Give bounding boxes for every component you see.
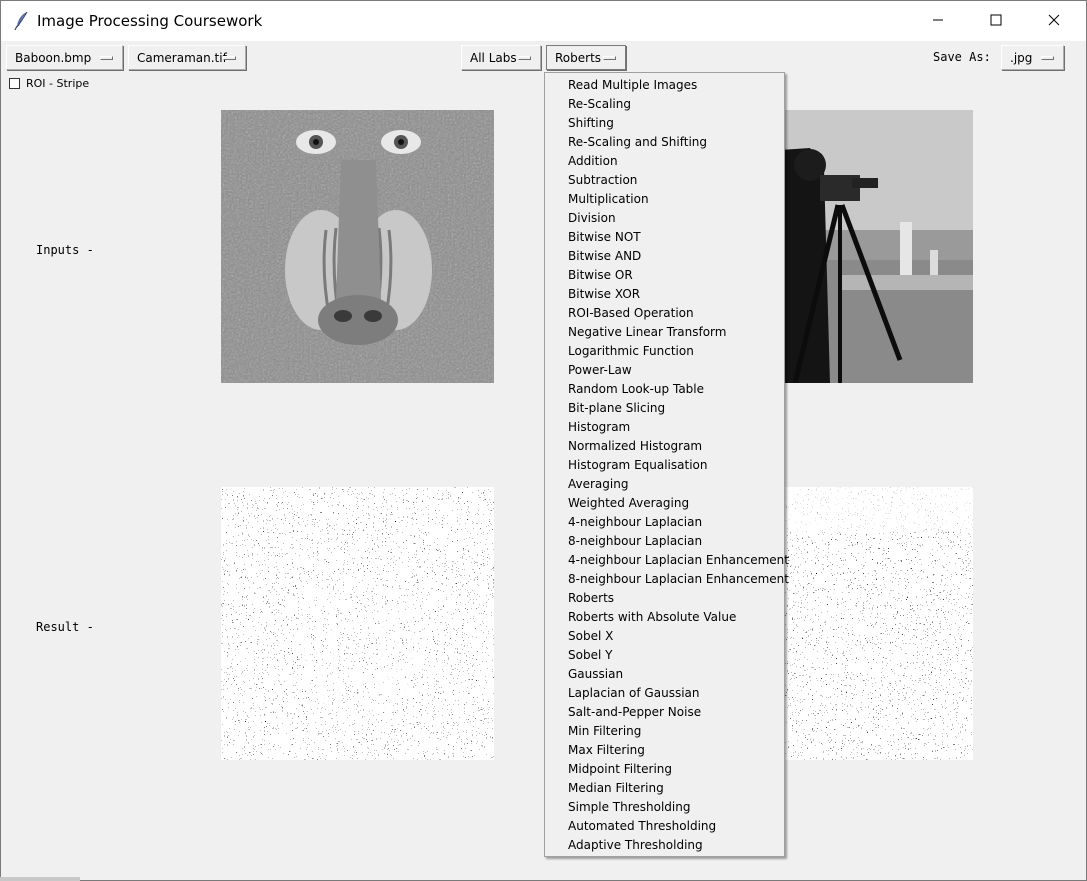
menu-item[interactable]: Re-Scaling <box>545 95 784 114</box>
menu-item[interactable]: Roberts <box>545 589 784 608</box>
menu-item[interactable]: Min Filtering <box>545 722 784 741</box>
dropdown-indicator-icon <box>603 56 616 60</box>
menu-item[interactable]: Re-Scaling and Shifting <box>545 133 784 152</box>
menu-item[interactable]: Read Multiple Images <box>545 76 784 95</box>
taskbar-edge <box>0 877 80 881</box>
operation-dropdown-menu[interactable]: Read Multiple Images Re-Scaling Shifting Re… <box>544 72 789 857</box>
dropdown-indicator-icon <box>1041 56 1054 60</box>
menu-item[interactable]: Logarithmic Function <box>545 342 784 361</box>
menu-item[interactable]: Sobel X <box>545 627 784 646</box>
roi-checkbox-label[interactable]: ROI - Stripe <box>26 77 89 90</box>
lab-select[interactable]: All Labs <box>461 45 541 70</box>
menu-item[interactable]: Power-Law <box>545 361 784 380</box>
menu-item[interactable]: Normalized Histogram <box>545 437 784 456</box>
menu-item[interactable]: Multiplication <box>545 190 784 209</box>
menu-item[interactable]: Bit-plane Slicing <box>545 399 784 418</box>
minimize-icon <box>932 14 944 29</box>
title-bar[interactable]: Image Processing Coursework <box>1 1 1086 41</box>
menu-item[interactable]: Median Filtering <box>545 779 784 798</box>
window-title: Image Processing Coursework <box>37 12 263 30</box>
minimize-button[interactable] <box>909 1 967 41</box>
close-icon <box>1048 14 1060 29</box>
app-window: Image Processing Coursework Baboon.bmp C… <box>0 0 1087 881</box>
inputs-row-label: Inputs - <box>36 243 94 257</box>
second-image-select[interactable]: Cameraman.tif <box>128 45 246 70</box>
menu-item[interactable]: Simple Thresholding <box>545 798 784 817</box>
menu-item[interactable]: Midpoint Filtering <box>545 760 784 779</box>
menu-item[interactable]: Roberts with Absolute Value <box>545 608 784 627</box>
dropdown-indicator-icon <box>223 56 236 60</box>
baboon-input-image <box>221 110 494 383</box>
menu-item[interactable]: Negative Linear Transform <box>545 323 784 342</box>
menu-item[interactable]: Histogram <box>545 418 784 437</box>
menu-item[interactable]: Bitwise XOR <box>545 285 784 304</box>
roi-checkbox[interactable] <box>9 78 20 89</box>
operation-value: Roberts <box>555 50 602 65</box>
menu-item[interactable]: 4-neighbour Laplacian <box>545 513 784 532</box>
menu-item[interactable]: Max Filtering <box>545 741 784 760</box>
operation-select[interactable]: Roberts <box>546 45 626 70</box>
menu-item[interactable]: Shifting <box>545 114 784 133</box>
menu-item[interactable]: Automated Thresholding <box>545 817 784 836</box>
cameraman-input-image <box>780 110 973 383</box>
menu-item[interactable]: Adaptive Thresholding <box>545 836 784 855</box>
menu-item[interactable]: 8-neighbour Laplacian Enhancement <box>545 570 789 589</box>
menu-item[interactable]: Bitwise NOT <box>545 228 784 247</box>
menu-item[interactable]: 4-neighbour Laplacian Enhancement <box>545 551 789 570</box>
menu-item[interactable]: Bitwise AND <box>545 247 784 266</box>
first-image-value: Baboon.bmp <box>15 50 92 65</box>
maximize-button[interactable] <box>967 1 1025 41</box>
menu-item[interactable]: Division <box>545 209 784 228</box>
first-image-select[interactable]: Baboon.bmp <box>6 45 123 70</box>
menu-item[interactable]: Laplacian of Gaussian <box>545 684 784 703</box>
lab-value: All Labs <box>470 50 517 65</box>
maximize-icon <box>990 14 1002 29</box>
menu-item[interactable]: Random Look-up Table <box>545 380 784 399</box>
format-value: .jpg <box>1010 50 1033 65</box>
menu-item[interactable]: Weighted Averaging <box>545 494 784 513</box>
menu-item[interactable]: Sobel Y <box>545 646 784 665</box>
main-area: Baboon.bmp Cameraman.tif All Labs Robert… <box>1 41 1086 880</box>
menu-item[interactable]: 8-neighbour Laplacian <box>545 532 784 551</box>
menu-item[interactable]: Salt-and-Pepper Noise <box>545 703 784 722</box>
menu-item[interactable]: Addition <box>545 152 784 171</box>
format-select[interactable]: .jpg <box>1001 45 1064 70</box>
save-as-label: Save As: <box>933 50 991 64</box>
cameraman-result-image <box>780 487 973 760</box>
menu-item[interactable]: Subtraction <box>545 171 784 190</box>
feather-icon <box>13 11 31 31</box>
second-image-value: Cameraman.tif <box>137 50 227 65</box>
menu-item[interactable]: ROI-Based Operation <box>545 304 784 323</box>
dropdown-indicator-icon <box>100 56 113 60</box>
baboon-result-image <box>221 487 494 760</box>
dropdown-indicator-icon <box>518 56 531 60</box>
menu-item[interactable]: Bitwise OR <box>545 266 784 285</box>
menu-item[interactable]: Averaging <box>545 475 784 494</box>
close-button[interactable] <box>1025 1 1083 41</box>
menu-item[interactable]: Gaussian <box>545 665 784 684</box>
menu-item[interactable]: Histogram Equalisation <box>545 456 784 475</box>
result-row-label: Result - <box>36 620 94 634</box>
